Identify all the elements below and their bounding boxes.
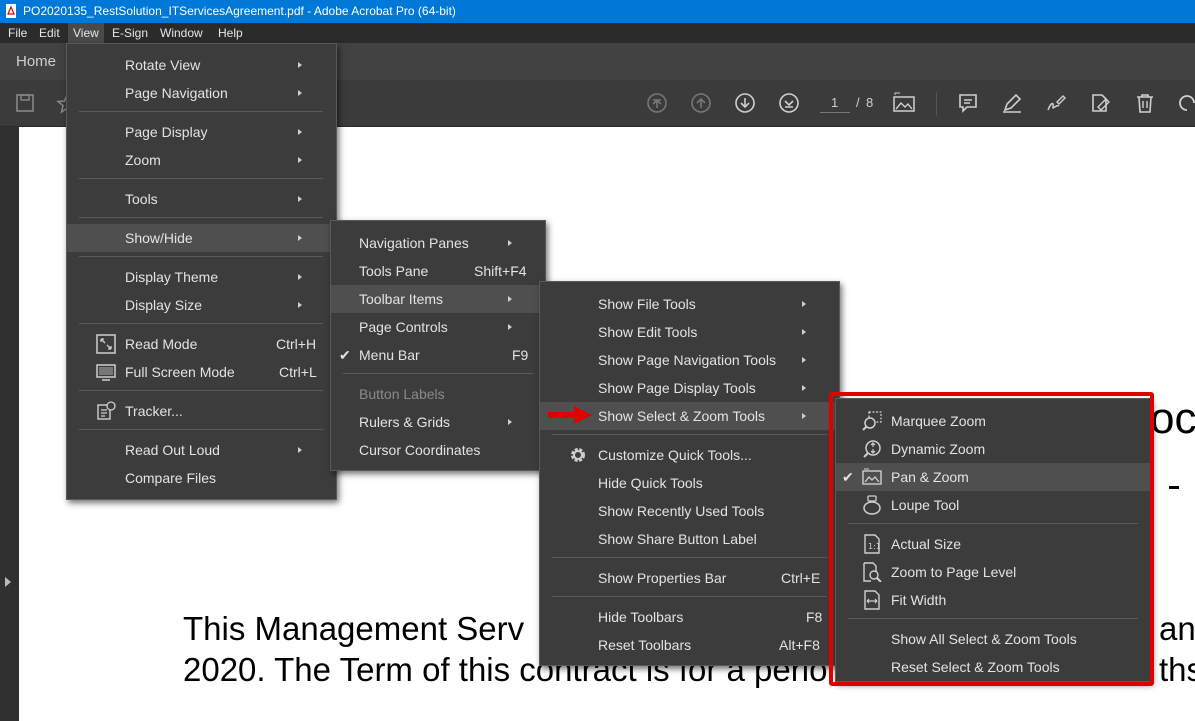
menu-item-show-recently-used-tools[interactable]: Show Recently Used Tools <box>540 497 839 525</box>
menu-item-toolbar-items[interactable]: Toolbar Items <box>331 285 545 313</box>
toolbar-items-submenu: Show File Tools Show Edit Tools Show Pag… <box>539 281 840 666</box>
save-icon[interactable] <box>14 92 36 114</box>
menu-file[interactable]: File <box>3 23 32 43</box>
menu-item-customize-quick-tools[interactable]: Customize Quick Tools... <box>540 441 839 469</box>
menu-item-display-size[interactable]: Display Size <box>67 291 336 319</box>
menu-item-show-page-navigation-tools[interactable]: Show Page Navigation Tools <box>540 346 839 374</box>
checkmark-icon: ✔ <box>339 347 351 363</box>
toolbar-separator <box>936 92 937 116</box>
menu-separator <box>79 217 323 218</box>
menu-item-tools-pane[interactable]: Tools Pane Shift+F4 <box>331 257 545 285</box>
previous-page-icon[interactable] <box>690 92 712 114</box>
menu-item-display-theme[interactable]: Display Theme <box>67 263 336 291</box>
menu-item-rulers-grids[interactable]: Rulers & Grids <box>331 408 545 436</box>
menu-separator <box>552 557 827 558</box>
menu-item-tools[interactable]: Tools <box>67 185 336 213</box>
menu-item-page-controls[interactable]: Page Controls <box>331 313 545 341</box>
first-page-icon[interactable] <box>646 92 668 114</box>
doc-underline-fragment <box>1169 486 1179 489</box>
menu-item-hide-toolbars[interactable]: Hide Toolbars F8 <box>540 603 839 631</box>
doc-line2-end: ths <box>1159 651 1195 688</box>
red-arrow-annotation-icon <box>548 406 592 424</box>
menu-separator <box>79 111 323 112</box>
menu-item-rotate-view[interactable]: Rotate View <box>67 51 336 79</box>
tab-home[interactable]: Home <box>16 53 56 70</box>
title-bar: PO2020135_RestSolution_ITServicesAgreeme… <box>0 0 1195 23</box>
menu-item-page-navigation[interactable]: Page Navigation <box>67 79 336 107</box>
menu-item-menu-bar[interactable]: ✔ Menu Bar F9 <box>331 341 545 369</box>
menu-bar: File Edit View E-Sign Window Help <box>0 23 1195 43</box>
gear-icon <box>571 448 585 462</box>
menu-separator <box>79 390 323 391</box>
page-total: 8 <box>866 95 874 110</box>
expand-pane-arrow-icon[interactable] <box>5 577 11 587</box>
page-current: 1 <box>831 95 839 110</box>
comment-icon[interactable] <box>957 92 979 114</box>
pdf-file-icon <box>6 4 16 18</box>
doc-line1: This Management Serv <box>183 610 525 647</box>
menu-separator <box>343 373 533 374</box>
menu-separator <box>79 429 323 430</box>
menu-item-cursor-coordinates[interactable]: Cursor Coordinates <box>331 436 545 464</box>
menu-item-full-screen-mode[interactable]: Full Screen Mode Ctrl+L <box>67 358 336 386</box>
doc-heading-fragment: oc <box>1150 394 1195 443</box>
menu-view[interactable]: View <box>68 23 104 43</box>
doc-line1-end: an <box>1159 610 1195 647</box>
menu-window[interactable]: Window <box>155 23 208 43</box>
menu-item-show-edit-tools[interactable]: Show Edit Tools <box>540 318 839 346</box>
menu-item-navigation-panes[interactable]: Navigation Panes <box>331 229 545 257</box>
rotate-icon[interactable] <box>1176 92 1195 114</box>
menu-item-tracker[interactable]: Tracker... <box>67 397 336 425</box>
red-highlight-box <box>829 392 1154 686</box>
edit-pdf-icon[interactable] <box>1089 92 1111 114</box>
full-screen-icon <box>96 364 116 381</box>
page-separator: / <box>856 95 860 110</box>
menu-separator <box>552 434 827 435</box>
menu-item-show-hide[interactable]: Show/Hide <box>67 224 336 252</box>
read-mode-icon <box>96 334 116 354</box>
menu-separator <box>79 323 323 324</box>
left-pane-gutter <box>0 127 19 721</box>
menu-edit[interactable]: Edit <box>34 23 65 43</box>
last-page-icon[interactable] <box>778 92 800 114</box>
menu-separator <box>552 596 827 597</box>
menu-item-button-labels: Button Labels <box>359 386 445 402</box>
menu-item-compare-files[interactable]: Compare Files <box>67 464 336 492</box>
menu-item-hide-quick-tools[interactable]: Hide Quick Tools <box>540 469 839 497</box>
menu-item-show-page-display-tools[interactable]: Show Page Display Tools <box>540 374 839 402</box>
sign-icon[interactable] <box>1045 92 1067 114</box>
window-title: PO2020135_RestSolution_ITServicesAgreeme… <box>23 4 456 18</box>
menu-item-show-file-tools[interactable]: Show File Tools <box>540 290 839 318</box>
show-hide-submenu: Navigation Panes Tools Pane Shift+F4 Tool… <box>330 220 546 471</box>
pan-zoom-tool-icon[interactable] <box>892 92 916 114</box>
menu-item-show-share-button-label[interactable]: Show Share Button Label <box>540 525 839 553</box>
menu-esign[interactable]: E-Sign <box>107 23 153 43</box>
menu-item-read-out-loud[interactable]: Read Out Loud <box>67 436 336 464</box>
menu-item-show-properties-bar[interactable]: Show Properties Bar Ctrl+E <box>540 564 839 592</box>
next-page-icon[interactable] <box>734 92 756 114</box>
tracker-icon <box>97 401 116 420</box>
menu-item-page-display[interactable]: Page Display <box>67 118 336 146</box>
highlight-icon[interactable] <box>1001 92 1023 114</box>
menu-separator <box>79 256 323 257</box>
menu-item-reset-toolbars[interactable]: Reset Toolbars Alt+F8 <box>540 631 839 659</box>
menu-separator <box>79 178 323 179</box>
menu-item-zoom[interactable]: Zoom <box>67 146 336 174</box>
view-menu: Rotate View Page Navigation Page Display… <box>66 43 337 500</box>
menu-help[interactable]: Help <box>213 23 248 43</box>
delete-icon[interactable] <box>1134 92 1156 114</box>
menu-item-read-mode[interactable]: Read Mode Ctrl+H <box>67 330 336 358</box>
